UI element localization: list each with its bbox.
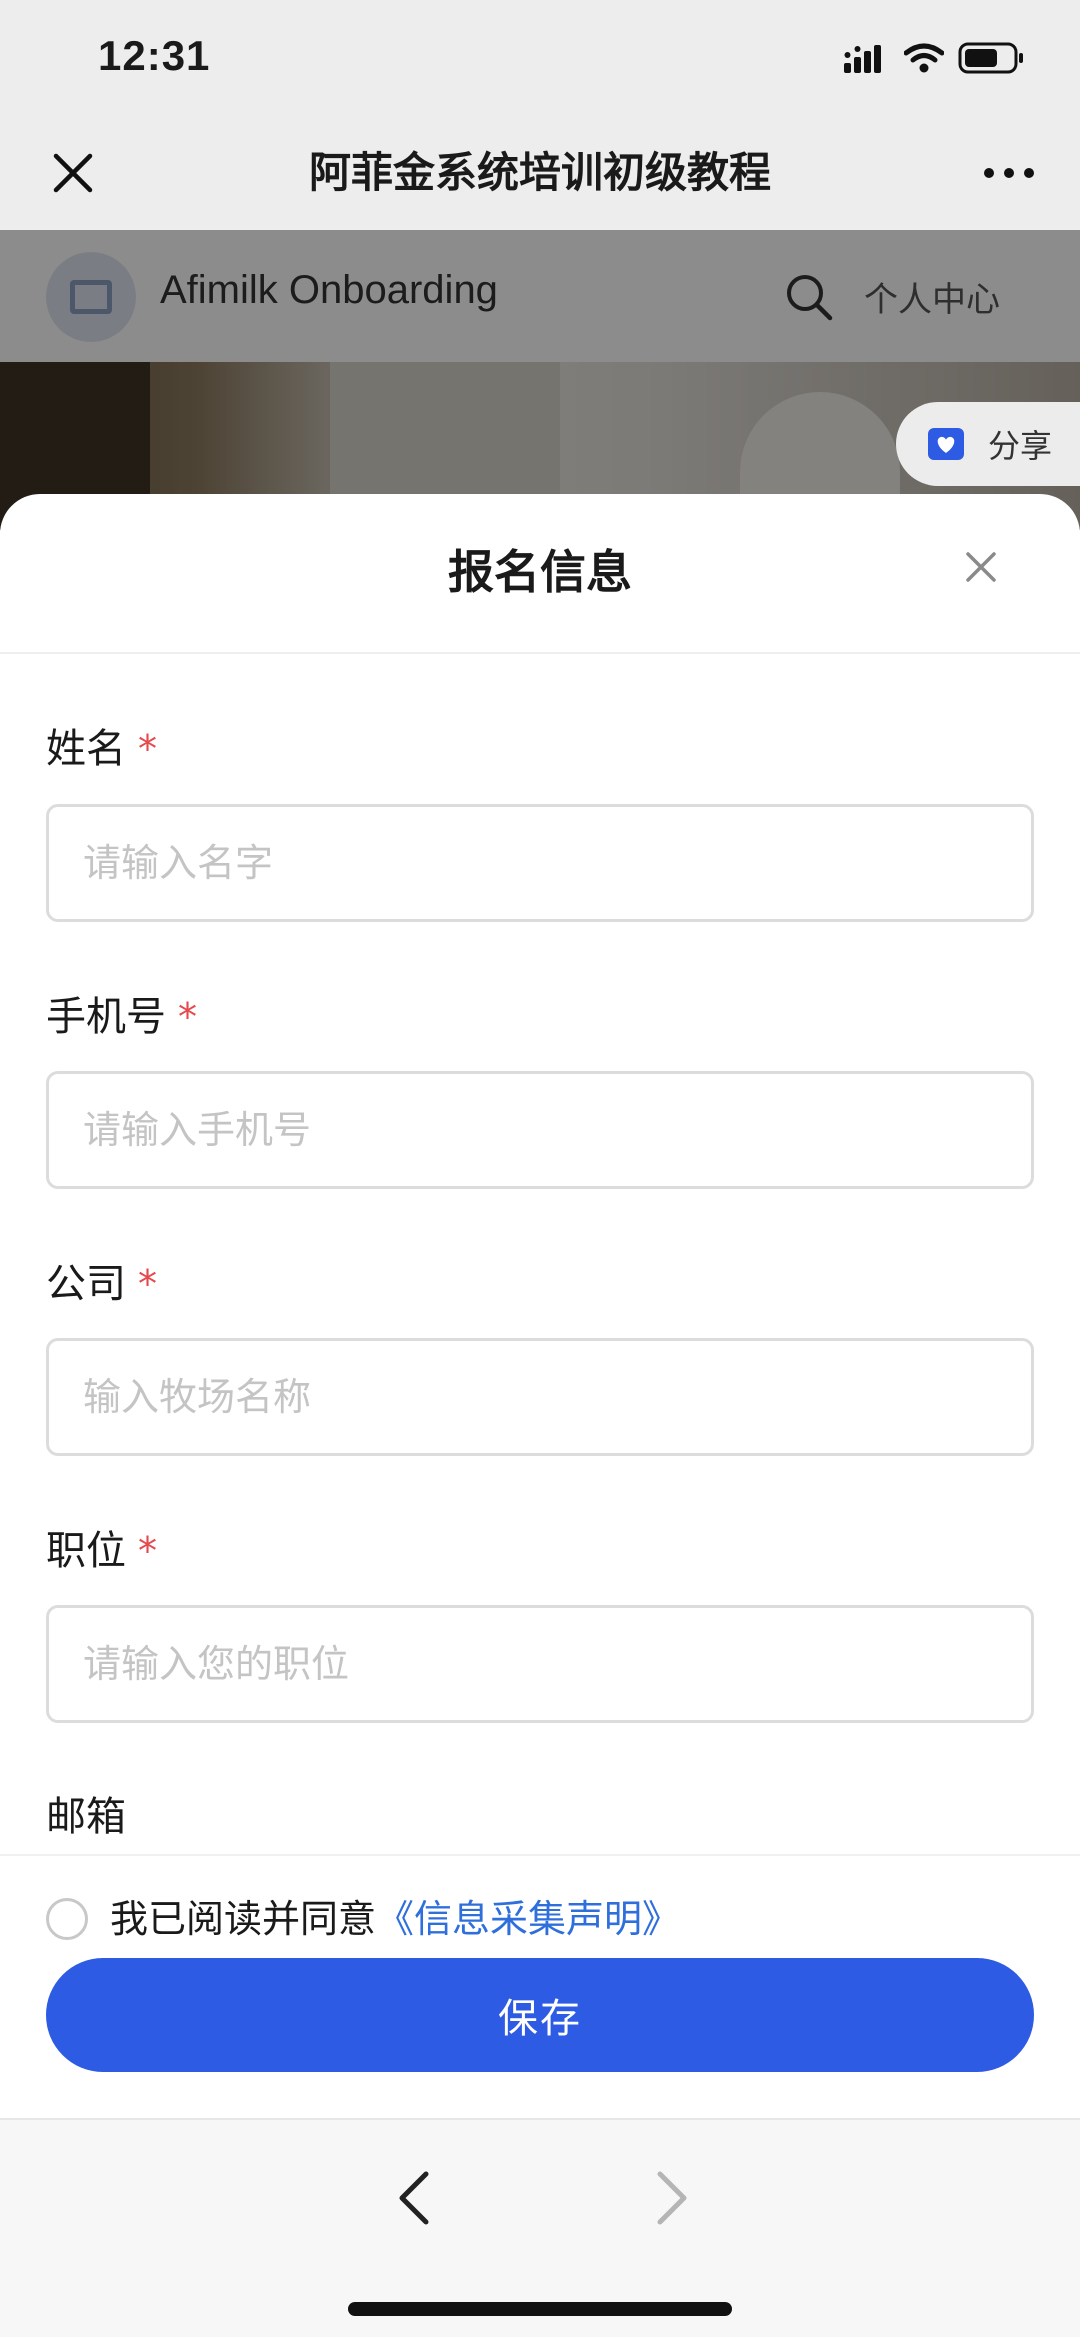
- phone-label: 手机号 *: [46, 994, 197, 1040]
- share-icon: [928, 428, 964, 460]
- required-mark: *: [138, 1529, 157, 1573]
- company-input[interactable]: [46, 1338, 1034, 1456]
- home-indicator[interactable]: [348, 2302, 732, 2316]
- forward-arrow-icon[interactable]: [642, 2162, 700, 2234]
- share-label: 分享: [988, 427, 1053, 465]
- name-input[interactable]: [46, 804, 1034, 922]
- privacy-statement-link[interactable]: 《信息采集声明》: [376, 1897, 680, 1941]
- background-page: Afimilk Onboarding 个人中心: [0, 230, 1080, 530]
- phone-input[interactable]: [46, 1071, 1034, 1189]
- share-button[interactable]: 分享: [896, 402, 1080, 486]
- email-label: 邮箱: [46, 1794, 126, 1840]
- sheet-title: 报名信息: [448, 545, 632, 599]
- status-icons: [844, 38, 1024, 78]
- required-mark: *: [178, 995, 197, 1039]
- position-label: 职位 *: [46, 1528, 157, 1574]
- required-mark: *: [138, 727, 157, 771]
- browser-bottom-bar: [0, 2118, 1080, 2337]
- close-icon[interactable]: [956, 542, 1006, 592]
- registration-sheet: 报名信息 姓名* 手机号* 公司* 职位* 邮箱 我已阅读并同意《信息采集声明》…: [0, 494, 1080, 2118]
- agree-checkbox[interactable]: [46, 1898, 88, 1940]
- status-time: 12:31: [98, 32, 211, 79]
- required-mark: *: [138, 1262, 157, 1306]
- wifi-icon: [904, 43, 944, 73]
- sheet-header: 报名信息: [0, 494, 1080, 654]
- page-title: 阿菲金系统培训初级教程: [308, 148, 771, 197]
- position-input[interactable]: [46, 1605, 1034, 1723]
- agreement-bar: 我已阅读并同意《信息采集声明》 保存: [0, 1854, 1080, 2118]
- modal-backdrop[interactable]: [0, 230, 1080, 530]
- back-arrow-icon[interactable]: [386, 2162, 444, 2234]
- save-button[interactable]: 保存: [46, 1958, 1034, 2072]
- agreement-text: 我已阅读并同意《信息采集声明》: [110, 1897, 681, 1941]
- more-icon[interactable]: [980, 144, 1038, 202]
- status-bar: 12:31: [0, 0, 1080, 116]
- company-label: 公司 *: [46, 1261, 157, 1307]
- close-icon[interactable]: [44, 144, 102, 202]
- name-label: 姓名 *: [46, 726, 157, 772]
- nav-bar: 阿菲金系统培训初级教程: [0, 116, 1080, 230]
- cellular-signal-icon: [844, 45, 881, 73]
- battery-icon: [958, 42, 1023, 74]
